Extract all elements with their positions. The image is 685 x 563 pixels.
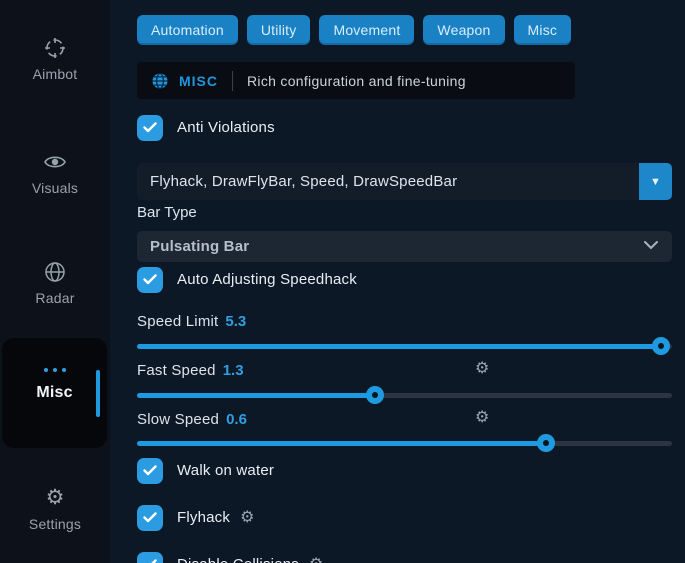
- slider-fill: [137, 393, 375, 398]
- bar-multiselect[interactable]: Flyhack, DrawFlyBar, Speed, DrawSpeedBar…: [137, 163, 672, 200]
- check-icon: [143, 122, 157, 133]
- speed-limit-label-row: Speed Limit 5.3: [137, 312, 672, 330]
- tab-weapon[interactable]: Weapon: [423, 15, 504, 45]
- bar-type-label: Bar Type: [137, 204, 672, 221]
- sidebar-item-label: Aimbot: [33, 66, 78, 82]
- sidebar-item-label: Misc: [36, 384, 72, 401]
- selected-indicator: [96, 370, 100, 417]
- slow-speed-slider[interactable]: [137, 441, 672, 446]
- sidebar-item-radar[interactable]: Radar: [0, 260, 110, 308]
- sidebar-item-label: Settings: [29, 516, 81, 532]
- auto-adjusting-label: Auto Adjusting Speedhack: [177, 271, 357, 288]
- tab-misc[interactable]: Misc: [514, 15, 572, 45]
- globe-icon: [151, 72, 169, 90]
- tab-bar: Automation Utility Movement Weapon Misc: [137, 15, 672, 45]
- sidebar-item-settings[interactable]: ⚙ Settings: [0, 486, 110, 534]
- chevron-down-icon: [643, 240, 659, 250]
- fast-speed-label: Fast Speed: [137, 362, 216, 379]
- speed-limit-label: Speed Limit: [137, 313, 218, 330]
- globe-icon: [43, 260, 67, 284]
- slow-speed-value: 0.6: [226, 411, 247, 428]
- tab-automation[interactable]: Automation: [137, 15, 238, 45]
- bar-multiselect-value: Flyhack, DrawFlyBar, Speed, DrawSpeedBar: [137, 173, 457, 190]
- tab-movement[interactable]: Movement: [319, 15, 414, 45]
- walk-on-water-label: Walk on water: [177, 462, 274, 479]
- section-title: MISC: [179, 73, 218, 89]
- eye-icon: [43, 150, 67, 174]
- check-icon: [143, 512, 157, 523]
- crosshair-icon: [43, 36, 67, 60]
- sidebar-item-label: Visuals: [32, 180, 78, 196]
- section-subtitle: Rich configuration and fine-tuning: [247, 73, 466, 89]
- speed-limit-slider[interactable]: [137, 344, 672, 349]
- fast-speed-value: 1.3: [223, 362, 244, 379]
- check-icon: [143, 274, 157, 285]
- triangle-down-icon: ▼: [650, 176, 661, 188]
- disable-collisions-label: Disable Collisions: [177, 556, 299, 563]
- auto-adjusting-checkbox[interactable]: [137, 267, 163, 293]
- anti-violations-row: Anti Violations: [137, 114, 672, 141]
- fast-speed-gear-icon[interactable]: ⚙: [475, 361, 489, 377]
- divider: [232, 71, 233, 91]
- bar-type-select[interactable]: Pulsating Bar: [137, 231, 672, 262]
- slider-handle[interactable]: [652, 337, 670, 355]
- sidebar: Aimbot Visuals Radar Misc ⚙ Settings: [0, 0, 110, 563]
- fast-speed-label-row: Fast Speed 1.3 ⚙: [137, 361, 672, 379]
- gear-icon: ⚙: [43, 486, 67, 510]
- anti-violations-checkbox[interactable]: [137, 115, 163, 141]
- main-panel: Automation Utility Movement Weapon Misc …: [110, 0, 685, 563]
- slider-fill: [137, 344, 661, 349]
- auto-adjusting-row: Auto Adjusting Speedhack: [137, 266, 672, 293]
- anti-violations-label: Anti Violations: [177, 119, 275, 136]
- slow-speed-gear-icon[interactable]: ⚙: [475, 410, 489, 426]
- flyhack-checkbox[interactable]: [137, 505, 163, 531]
- flyhack-gear-icon[interactable]: ⚙: [240, 510, 254, 526]
- ellipsis-icon: [2, 368, 107, 372]
- disable-collisions-checkbox[interactable]: [137, 552, 163, 563]
- speed-limit-value: 5.3: [225, 313, 246, 330]
- slider-handle[interactable]: [537, 434, 555, 452]
- tab-utility[interactable]: Utility: [247, 15, 311, 45]
- check-icon: [143, 559, 157, 563]
- walk-on-water-row: Walk on water: [137, 457, 672, 484]
- section-header: MISC Rich configuration and fine-tuning: [137, 62, 575, 99]
- sidebar-item-aimbot[interactable]: Aimbot: [0, 36, 110, 84]
- slider-fill: [137, 441, 546, 446]
- slow-speed-label-row: Slow Speed 0.6 ⚙: [137, 410, 672, 428]
- slow-speed-label: Slow Speed: [137, 411, 219, 428]
- sidebar-item-visuals[interactable]: Visuals: [0, 150, 110, 198]
- fast-speed-slider[interactable]: [137, 393, 672, 398]
- walk-on-water-checkbox[interactable]: [137, 458, 163, 484]
- disable-collisions-gear-icon[interactable]: ⚙: [309, 557, 323, 563]
- dropdown-open-button[interactable]: ▼: [639, 163, 672, 200]
- sidebar-item-label: Radar: [35, 290, 74, 306]
- disable-collisions-row: Disable Collisions ⚙: [137, 551, 672, 563]
- flyhack-label: Flyhack: [177, 509, 230, 526]
- flyhack-row: Flyhack ⚙: [137, 504, 672, 531]
- bar-type-value: Pulsating Bar: [137, 238, 249, 255]
- check-icon: [143, 465, 157, 476]
- slider-handle[interactable]: [366, 386, 384, 404]
- sidebar-item-misc[interactable]: Misc: [2, 338, 107, 448]
